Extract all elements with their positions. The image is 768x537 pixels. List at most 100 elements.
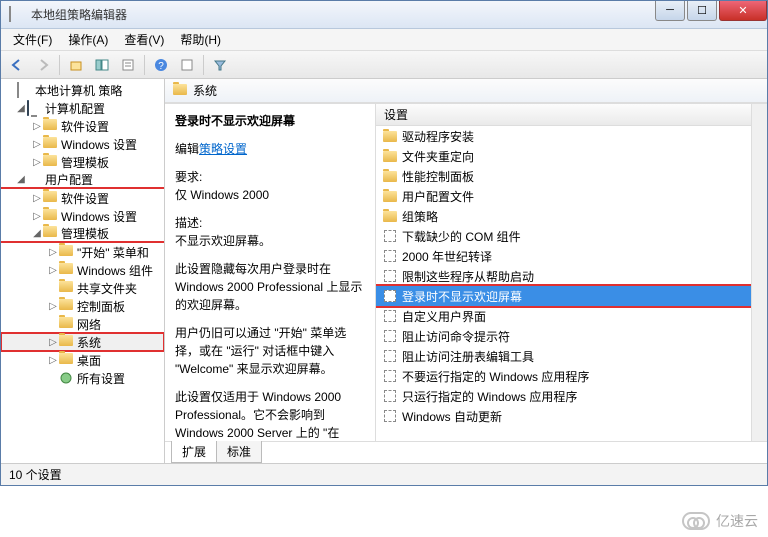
list-item-label: 2000 年世纪转译	[402, 248, 492, 265]
list-item[interactable]: 阻止访问注册表编辑工具	[376, 346, 751, 366]
list-item[interactable]: 用户配置文件	[376, 186, 751, 206]
menu-help[interactable]: 帮助(H)	[172, 29, 229, 50]
folder-icon	[382, 169, 398, 183]
tree-item[interactable]: ▷软件设置	[1, 189, 164, 207]
folder-icon	[382, 209, 398, 223]
tree-item[interactable]: ▷控制面板	[1, 297, 164, 315]
list-item-label: 用户配置文件	[402, 188, 474, 205]
folder-icon	[382, 129, 398, 143]
content-header: 系统	[165, 79, 767, 103]
detail-title: 登录时不显示欢迎屏幕	[175, 112, 365, 130]
tab-extended[interactable]: 扩展	[171, 441, 217, 463]
back-button[interactable]	[5, 54, 29, 76]
export-button[interactable]	[175, 54, 199, 76]
close-button[interactable]: ✕	[719, 1, 767, 21]
list-item-label: 只运行指定的 Windows 应用程序	[402, 388, 577, 405]
list-item[interactable]: Windows 自动更新	[376, 406, 751, 426]
setting-icon	[382, 409, 398, 423]
content-title: 系统	[193, 82, 217, 99]
list-item[interactable]: 阻止访问命令提示符	[376, 326, 751, 346]
tree-computer-config[interactable]: ◢计算机配置	[1, 99, 164, 117]
menu-file[interactable]: 文件(F)	[5, 29, 60, 50]
setting-icon	[382, 289, 398, 303]
list-item-label: 限制这些程序从帮助启动	[402, 268, 534, 285]
filter-button[interactable]	[208, 54, 232, 76]
forward-button[interactable]	[31, 54, 55, 76]
setting-icon	[382, 389, 398, 403]
show-hide-tree-button[interactable]	[90, 54, 114, 76]
list-item[interactable]: 只运行指定的 Windows 应用程序	[376, 386, 751, 406]
folder-icon	[173, 84, 187, 98]
tree-item[interactable]: 共享文件夹	[1, 279, 164, 297]
tree-user-config[interactable]: ◢用户配置	[1, 171, 164, 189]
vertical-scrollbar[interactable]	[751, 104, 767, 441]
list-item-label: 阻止访问注册表编辑工具	[402, 348, 534, 365]
tree-item[interactable]: ▷桌面	[1, 351, 164, 369]
setting-icon	[382, 229, 398, 243]
statusbar: 10 个设置	[1, 463, 767, 485]
setting-icon	[382, 269, 398, 283]
list-item[interactable]: 限制这些程序从帮助启动	[376, 266, 751, 286]
folder-icon	[382, 149, 398, 163]
list-item-label: 文件夹重定向	[402, 148, 474, 165]
toolbar: ?	[1, 51, 767, 79]
list-item-label: 登录时不显示欢迎屏幕	[402, 288, 522, 305]
settings-list[interactable]: 驱动程序安装文件夹重定向性能控制面板用户配置文件组策略下载缺少的 COM 组件 2…	[376, 126, 751, 441]
up-button[interactable]	[64, 54, 88, 76]
window-title: 本地组策略编辑器	[31, 6, 653, 23]
titlebar: 本地组策略编辑器 ─ ☐ ✕	[1, 1, 767, 29]
list-item[interactable]: 组策略	[376, 206, 751, 226]
tree-item[interactable]: 所有设置	[1, 369, 164, 387]
setting-icon	[382, 249, 398, 263]
menu-action[interactable]: 操作(A)	[60, 29, 116, 50]
tree-item[interactable]: ▷Windows 组件	[1, 261, 164, 279]
tree-system[interactable]: ▷系统	[1, 333, 164, 351]
list-item[interactable]: 性能控制面板	[376, 166, 751, 186]
list-item-label: 组策略	[402, 208, 438, 225]
tree-item[interactable]: ▷软件设置	[1, 117, 164, 135]
tree-item[interactable]: ▷Windows 设置	[1, 135, 164, 153]
list-item-label: 下载缺少的 COM 组件	[402, 228, 521, 245]
setting-icon	[382, 369, 398, 383]
menu-view[interactable]: 查看(V)	[116, 29, 172, 50]
menubar: 文件(F) 操作(A) 查看(V) 帮助(H)	[1, 29, 767, 51]
folder-icon	[382, 189, 398, 203]
maximize-button[interactable]: ☐	[687, 1, 717, 21]
navigation-tree[interactable]: 本地计算机 策略 ◢计算机配置 ▷软件设置 ▷Windows 设置 ▷管理模板 …	[1, 79, 165, 463]
watermark-icon	[682, 512, 710, 530]
setting-icon	[382, 329, 398, 343]
view-tabs: 扩展 标准	[165, 441, 767, 463]
tree-item[interactable]: 网络	[1, 315, 164, 333]
setting-icon	[382, 349, 398, 363]
tree-item[interactable]: ▷管理模板	[1, 153, 164, 171]
list-item-label: 自定义用户界面	[402, 308, 486, 325]
detail-pane: 登录时不显示欢迎屏幕 编辑策略设置 要求:仅 Windows 2000 描述:不…	[165, 104, 375, 441]
column-header-setting[interactable]: 设置	[376, 104, 751, 126]
help-button[interactable]: ?	[149, 54, 173, 76]
edit-policy-link[interactable]: 策略设置	[199, 142, 247, 156]
tree-item[interactable]: ▷"开始" 菜单和	[1, 243, 164, 261]
list-item-label: 阻止访问命令提示符	[402, 328, 510, 345]
tab-standard[interactable]: 标准	[216, 441, 262, 463]
setting-icon	[382, 309, 398, 323]
list-item[interactable]: 2000 年世纪转译	[376, 246, 751, 266]
tree-admin-templates[interactable]: ◢管理模板	[1, 225, 164, 243]
watermark: 亿速云	[682, 511, 758, 531]
list-item-label: 不要运行指定的 Windows 应用程序	[402, 368, 589, 385]
list-item[interactable]: 不要运行指定的 Windows 应用程序	[376, 366, 751, 386]
list-item-label: 驱动程序安装	[402, 128, 474, 145]
properties-button[interactable]	[116, 54, 140, 76]
minimize-button[interactable]: ─	[655, 1, 685, 21]
list-item[interactable]: 驱动程序安装	[376, 126, 751, 146]
tree-root[interactable]: 本地计算机 策略	[1, 81, 164, 99]
list-item[interactable]: 文件夹重定向	[376, 146, 751, 166]
status-text: 10 个设置	[9, 466, 62, 483]
svg-text:?: ?	[158, 61, 164, 72]
list-item[interactable]: 登录时不显示欢迎屏幕	[376, 286, 751, 306]
list-item-label: Windows 自动更新	[402, 408, 502, 425]
list-item[interactable]: 下载缺少的 COM 组件	[376, 226, 751, 246]
list-item[interactable]: 自定义用户界面	[376, 306, 751, 326]
list-item-label: 性能控制面板	[402, 168, 474, 185]
app-icon	[9, 7, 25, 23]
tree-item[interactable]: ▷Windows 设置	[1, 207, 164, 225]
